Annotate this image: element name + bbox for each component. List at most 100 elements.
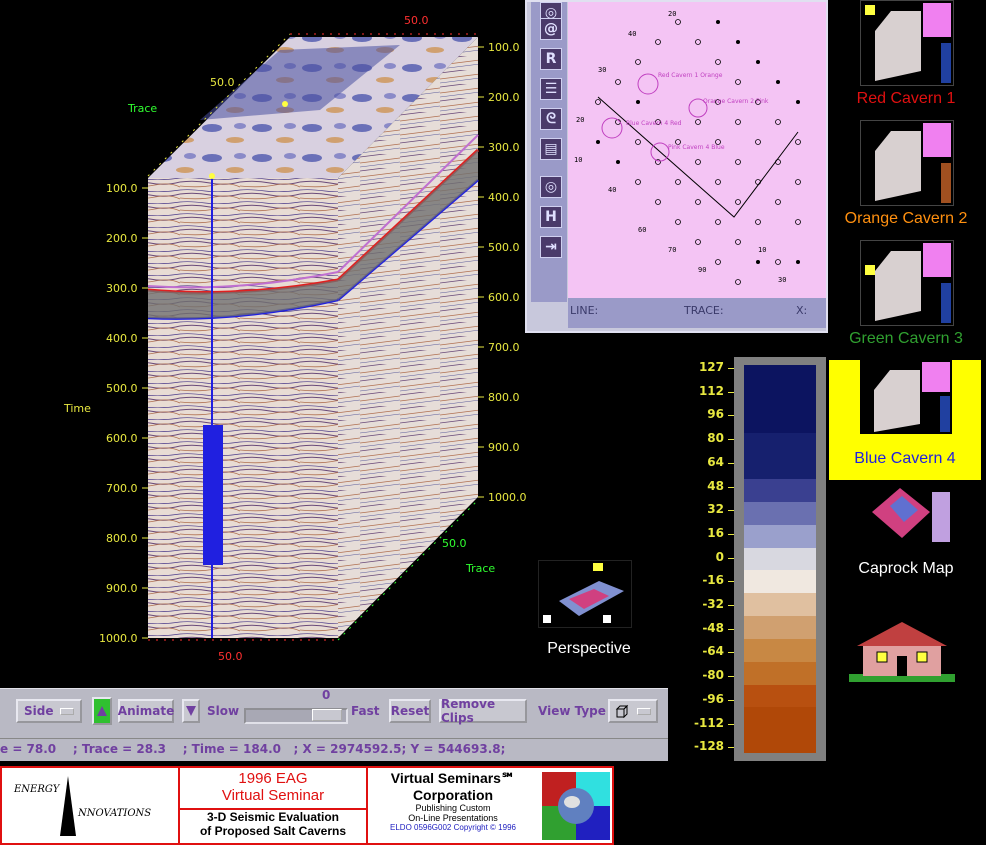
caprock-preview-image (872, 488, 950, 542)
left-tick: 900.0 (106, 582, 138, 595)
animate-button[interactable]: Animate (118, 699, 174, 723)
caprock-map-thumbnail[interactable] (860, 482, 952, 552)
seminar-banner: ENERGY NNOVATIONS 1996 EAG Virtual Semin… (0, 766, 614, 845)
seminar-title-box: 1996 EAG Virtual Seminar (180, 768, 368, 810)
up-triangle-icon[interactable] (92, 697, 112, 725)
red-cavern-1-thumbnail[interactable] (860, 0, 954, 86)
cavern-map-label: Blue Cavern 4 Red (626, 120, 682, 127)
right-tick: 700.0 (488, 341, 520, 354)
left-tick: 600.0 (106, 432, 138, 445)
copyright-text: ELDO 0596G002 Copyright © 1996 (390, 823, 516, 832)
blue-cavern-4-label[interactable]: Blue Cavern 4 (827, 450, 983, 468)
seminar-title: 1996 EAG (238, 770, 308, 787)
color-bar-tick (728, 439, 734, 441)
left-tick: 800.0 (106, 532, 138, 545)
house-icon (849, 622, 955, 682)
color-bar-tick (728, 415, 734, 417)
right-tick: 600.0 (488, 291, 520, 304)
orange-cavern-2-thumbnail[interactable] (860, 120, 954, 206)
export-tool-icon[interactable]: ⇥ (540, 236, 562, 258)
logo-text-line2: NNOVATIONS (78, 808, 152, 819)
swirl-tool-icon[interactable]: ᘓ (540, 108, 562, 130)
orange-cavern-2-label[interactable]: Orange Cavern 2 (828, 210, 984, 228)
blue-cavern-4-tile-selected[interactable]: Blue Cavern 4 (829, 360, 981, 480)
color-bar-tick-label: 96 (707, 407, 724, 422)
circle-tool-icon[interactable]: ◎ (540, 176, 562, 198)
color-bar-segment (744, 365, 816, 389)
blue-cavern-4-thumbnail[interactable] (860, 360, 952, 434)
svg-text:20: 20 (668, 10, 676, 18)
globe-icon (542, 772, 610, 840)
color-bar-segment (744, 570, 816, 594)
right-tick: 300.0 (488, 141, 520, 154)
color-bar-segment (744, 387, 816, 412)
green-cavern-3-label[interactable]: Green Cavern 3 (828, 330, 984, 348)
cavern-map-label: Red Cavern 1 Orange (658, 72, 723, 79)
color-bar-tick (728, 605, 734, 606)
perspective-label[interactable]: Perspective (511, 640, 667, 658)
svg-text:20: 20 (576, 116, 584, 124)
left-tick: 300.0 (106, 282, 138, 295)
svg-text:40: 40 (628, 30, 636, 38)
left-tick: 100.0 (106, 182, 138, 195)
vs-title: Virtual Seminars℠ (390, 770, 516, 786)
color-bar-segment (744, 730, 816, 754)
globe-logo (542, 772, 610, 840)
speed-slider[interactable] (244, 708, 348, 724)
right-tick: 1000.0 (488, 491, 527, 504)
color-bar-segment (744, 524, 816, 549)
h-tool-button[interactable]: H (540, 206, 562, 228)
remove-clips-button[interactable]: Remove Clips (439, 697, 527, 725)
view-type-dropdown[interactable] (608, 699, 658, 723)
color-bar-tick-label: -112 (694, 715, 725, 730)
green-cavern-3-thumbnail[interactable] (860, 240, 954, 326)
reset-button[interactable]: Reset (389, 699, 431, 723)
map-toolbar: ◎ @ R ☰ ᘓ ▤ ◎ H ⇥ (531, 2, 567, 302)
slow-label: Slow (207, 704, 240, 718)
top-axis-value-red: 50.0 (404, 14, 429, 27)
color-bar-tick (728, 462, 734, 464)
spiral-tool-icon[interactable]: @ (540, 18, 562, 40)
red-cavern-1-label[interactable]: Red Cavern 1 (828, 90, 984, 108)
down-triangle-icon[interactable] (182, 699, 200, 723)
caprock-map-label[interactable]: Caprock Map (828, 560, 984, 578)
color-bar-tick (728, 581, 734, 583)
svg-text:10: 10 (758, 246, 766, 254)
bottom-axis-value-red: 50.0 (218, 650, 243, 663)
r-tool-button[interactable]: R (540, 48, 562, 70)
side-dropdown[interactable]: Side (16, 699, 82, 723)
color-bar-tick-label: 127 (698, 360, 724, 374)
color-bar-tick-label: 16 (707, 525, 724, 540)
color-bar-tick-label: 0 (715, 549, 724, 564)
document-tool-icon[interactable]: ▤ (540, 138, 562, 160)
seminar-subtitle: Virtual Seminar (221, 787, 325, 804)
color-bar-tick-label: -16 (702, 573, 724, 588)
color-bar-tick-label: -80 (702, 668, 724, 683)
slider-thumb[interactable] (312, 709, 342, 721)
color-bar-tick-label: -128 (694, 739, 725, 754)
dropdown-indicator-icon (60, 707, 74, 715)
map-line-label: LINE: (570, 304, 599, 317)
oil-derrick-icon (60, 776, 76, 836)
bottom-axis-value-green: 50.0 (442, 537, 467, 550)
map-window[interactable]: ◎ @ R ☰ ᘓ ▤ ◎ H ⇥ 20 40 30 10 20 40 60 70 90 10 3 (525, 0, 828, 333)
basemap-canvas[interactable]: 20 40 30 10 20 40 60 70 90 10 30 Red Cavern 1 Oran… (568, 2, 826, 298)
view-type-label: View Type (538, 704, 606, 718)
virtual-seminars-box: Virtual Seminars℠ Corporation Publishing… (368, 768, 538, 843)
left-tick: 400.0 (106, 332, 138, 345)
list-tool-icon[interactable]: ☰ (540, 78, 562, 100)
down-arrow-glyph (186, 706, 196, 716)
fast-label: Fast (351, 704, 380, 718)
perspective-thumbnail[interactable] (538, 560, 632, 628)
topic-line1: 3-D Seismic Evaluation (206, 810, 340, 824)
map-trace-label: TRACE: (684, 304, 724, 317)
color-bar-tick (728, 699, 734, 701)
cavern-preview-image (865, 3, 951, 83)
home-button[interactable] (849, 620, 955, 682)
vs-corporation: Corporation (412, 787, 494, 803)
color-bar-segment (744, 456, 816, 480)
right-tick: 100.0 (488, 41, 520, 54)
svg-text:40: 40 (608, 186, 616, 194)
color-bar-segment (744, 479, 816, 503)
viewer-toolbar: Side Animate Slow 0 Fast Reset Remove Cl… (0, 688, 668, 739)
